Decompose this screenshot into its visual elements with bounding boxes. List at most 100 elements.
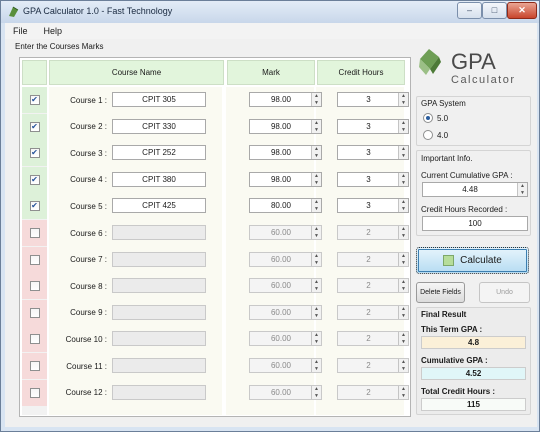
credit-hours-stepper[interactable]: 3 ▲ ▼: [337, 145, 409, 161]
mark-stepper[interactable]: 80.00 ▲ ▼: [249, 198, 322, 214]
stepper-arrows-icon[interactable]: ▲ ▼: [311, 226, 321, 239]
credit-hours-stepper[interactable]: 3 ▲ ▼: [337, 92, 409, 107]
mark-stepper[interactable]: 60.00 ▲ ▼: [249, 251, 322, 267]
stepper-arrows-icon[interactable]: ▲ ▼: [398, 359, 408, 372]
stepper-arrows-icon[interactable]: ▲ ▼: [398, 385, 408, 399]
close-button[interactable]: ✕: [507, 2, 537, 19]
stepper-arrows-icon[interactable]: ▲ ▼: [398, 199, 408, 213]
credit-hours-stepper[interactable]: 3 ▲ ▼: [337, 171, 409, 187]
course-name-input[interactable]: [112, 358, 206, 373]
course-label: Course 2 :: [70, 122, 107, 132]
course-include-checkbox[interactable]: [29, 361, 40, 371]
title-bar[interactable]: GPA Calculator 1.0 - Fast Technology – □…: [1, 1, 539, 23]
mark-stepper[interactable]: 60.00 ▲ ▼: [249, 384, 322, 400]
mark-stepper[interactable]: 60.00 ▲ ▼: [249, 331, 322, 347]
course-include-checkbox[interactable]: ✔: [29, 201, 40, 212]
course-name-input[interactable]: CPIT 305: [112, 92, 206, 107]
stepper-arrows-icon[interactable]: ▲ ▼: [311, 119, 321, 133]
radio-gpa-5[interactable]: 5.0: [423, 113, 448, 123]
menu-file[interactable]: File: [13, 26, 28, 36]
credit-hours-stepper[interactable]: 2 ▲ ▼: [337, 278, 409, 294]
mark-stepper[interactable]: 98.00 ▲ ▼: [249, 145, 322, 161]
course-name-input[interactable]: [112, 304, 206, 320]
hours-recorded-input[interactable]: 100: [422, 216, 528, 231]
stepper-arrows-icon[interactable]: ▲ ▼: [311, 146, 321, 160]
credit-hours-stepper[interactable]: 2 ▲ ▼: [337, 358, 409, 373]
credit-hours-stepper[interactable]: 2 ▲ ▼: [337, 384, 409, 400]
stepper-arrows-icon[interactable]: ▲ ▼: [311, 172, 321, 186]
stepper-arrows-icon[interactable]: ▲ ▼: [398, 119, 408, 133]
delete-fields-button[interactable]: Delete Fields: [416, 282, 465, 303]
mark-stepper[interactable]: 60.00 ▲ ▼: [249, 278, 322, 294]
stepper-arrows-icon[interactable]: ▲ ▼: [398, 332, 408, 346]
stepper-arrows-icon[interactable]: ▲ ▼: [311, 359, 321, 372]
mark-stepper[interactable]: 98.00 ▲ ▼: [249, 92, 322, 107]
gpa-calculator-logo: GPA Calculator: [419, 49, 514, 86]
stepper-arrows-icon[interactable]: ▲ ▼: [311, 385, 321, 399]
mark-stepper[interactable]: 60.00 ▲ ▼: [249, 358, 322, 373]
stepper-arrows-icon[interactable]: ▲ ▼: [398, 226, 408, 239]
course-label: Course 12 :: [65, 388, 107, 398]
stepper-arrows-icon[interactable]: ▲ ▼: [398, 252, 408, 266]
stepper-arrows-icon[interactable]: ▲ ▼: [398, 172, 408, 186]
course-name-input[interactable]: [112, 384, 206, 400]
stepper-arrows-icon[interactable]: ▲ ▼: [311, 93, 321, 106]
minimize-button[interactable]: –: [457, 2, 482, 19]
current-gpa-input[interactable]: 4.48 ▲ ▼: [422, 182, 528, 197]
course-name-input[interactable]: CPIT 425: [112, 198, 206, 214]
undo-button[interactable]: Undo: [479, 282, 530, 303]
course-include-checkbox[interactable]: [29, 228, 40, 238]
stepper-arrows-icon[interactable]: ▲ ▼: [517, 183, 527, 196]
course-include-checkbox[interactable]: ✔: [29, 121, 40, 132]
total-hours-value: 115: [421, 398, 526, 411]
stepper-arrows-icon[interactable]: ▲ ▼: [398, 305, 408, 319]
credit-hours-stepper[interactable]: 2 ▲ ▼: [337, 251, 409, 267]
credit-hours-stepper[interactable]: 2 ▲ ▼: [337, 331, 409, 347]
stepper-arrows-icon[interactable]: ▲ ▼: [398, 279, 408, 293]
maximize-button[interactable]: □: [482, 2, 507, 19]
course-row: Course 11 : 60.00 ▲ ▼ 2 ▲ ▼: [20, 353, 412, 379]
course-label: Course 1 :: [70, 95, 107, 105]
course-name-input[interactable]: [112, 251, 206, 267]
mark-stepper[interactable]: 98.00 ▲ ▼: [249, 118, 322, 134]
stepper-arrows-icon[interactable]: ▲ ▼: [311, 305, 321, 319]
mark-stepper[interactable]: 60.00 ▲ ▼: [249, 304, 322, 320]
course-include-checkbox[interactable]: [29, 254, 40, 265]
stepper-arrows-icon[interactable]: ▲ ▼: [311, 252, 321, 266]
stepper-arrows-icon[interactable]: ▲ ▼: [398, 93, 408, 106]
course-label: Course 10 :: [65, 334, 107, 344]
cumulative-gpa-label: Cumulative GPA :: [421, 356, 488, 365]
stepper-arrows-icon[interactable]: ▲ ▼: [398, 146, 408, 160]
course-name-input[interactable]: [112, 225, 206, 240]
stepper-arrows-icon[interactable]: ▲ ▼: [311, 332, 321, 346]
mark-stepper[interactable]: 60.00 ▲ ▼: [249, 225, 322, 240]
course-include-checkbox[interactable]: ✔: [29, 174, 40, 185]
course-include-checkbox[interactable]: ✔: [29, 148, 40, 159]
credit-hours-stepper[interactable]: 3 ▲ ▼: [337, 118, 409, 134]
menu-help[interactable]: Help: [44, 26, 63, 36]
credit-hours-stepper[interactable]: 2 ▲ ▼: [337, 304, 409, 320]
credit-hours-stepper[interactable]: 3 ▲ ▼: [337, 198, 409, 214]
credit-hours-stepper[interactable]: 2 ▲ ▼: [337, 225, 409, 240]
mark-stepper[interactable]: 98.00 ▲ ▼: [249, 171, 322, 187]
course-row: Course 12 : 60.00 ▲ ▼ 2 ▲ ▼: [20, 379, 412, 406]
course-name-input[interactable]: CPIT 380: [112, 171, 206, 187]
course-include-checkbox[interactable]: ✔: [29, 95, 40, 105]
course-name-input[interactable]: [112, 278, 206, 294]
course-name-input[interactable]: CPIT 252: [112, 145, 206, 161]
course-include-checkbox[interactable]: [29, 387, 40, 398]
course-name-input[interactable]: [112, 331, 206, 347]
radio-gpa-4[interactable]: 4.0: [423, 130, 448, 140]
course-include-checkbox[interactable]: [29, 334, 40, 345]
course-row: Course 6 : 60.00 ▲ ▼ 2 ▲ ▼: [20, 220, 412, 246]
course-include-checkbox[interactable]: [29, 281, 40, 292]
calculate-button[interactable]: Calculate: [416, 247, 529, 274]
course-name-input[interactable]: CPIT 330: [112, 118, 206, 134]
course-row: Course 10 : 60.00 ▲ ▼ 2 ▲ ▼: [20, 326, 412, 353]
stepper-arrows-icon[interactable]: ▲ ▼: [311, 199, 321, 213]
stepper-arrows-icon[interactable]: ▲ ▼: [311, 279, 321, 293]
course-include-checkbox[interactable]: [29, 307, 40, 318]
app-logo-icon: [9, 6, 19, 17]
calculator-icon: [443, 255, 455, 266]
gpa-system-title: GPA System: [421, 99, 466, 108]
